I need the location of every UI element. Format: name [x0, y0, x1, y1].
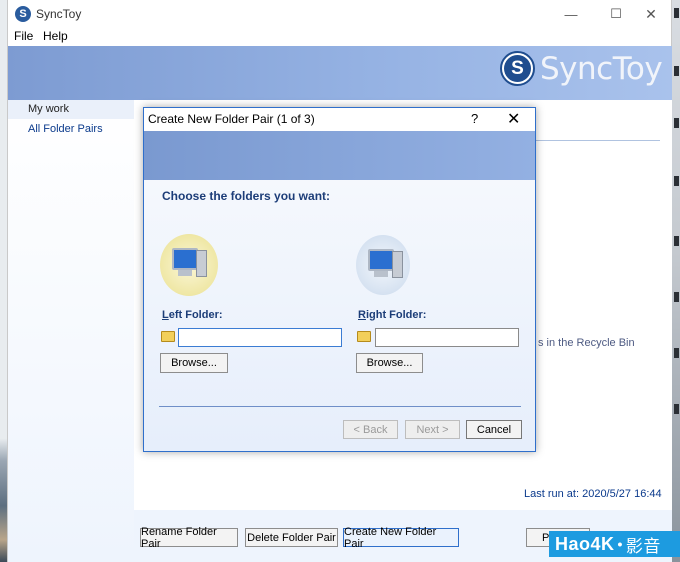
right-browse-button[interactable]: Browse... [356, 353, 423, 373]
right-folder-label: Right Folder: [358, 309, 426, 321]
create-folder-pair-dialog: Create New Folder Pair (1 of 3) ? ✕ Choo… [143, 107, 536, 452]
hao4k-watermark: Hao4K • 影音 [549, 531, 680, 557]
window-title: SyncToy [36, 7, 82, 21]
help-icon[interactable]: ? [471, 111, 478, 126]
synctoy-logo-text: SyncToy [540, 51, 663, 87]
right-folder-label-rest: ight Folder: [365, 309, 427, 321]
last-run-text: Last run at: 2020/5/27 16:44 [524, 488, 662, 500]
dialog-divider [159, 406, 521, 407]
back-button[interactable]: < Back [343, 420, 398, 439]
watermark-cn: 影音 [625, 536, 661, 556]
rename-folder-pair-button[interactable]: Rename Folder Pair [140, 526, 238, 550]
minimize-button[interactable]: — [548, 0, 594, 28]
dialog-close-icon[interactable]: ✕ [507, 109, 520, 129]
desktop-left-edge [0, 0, 7, 562]
synctoy-logo-icon: S [500, 51, 535, 86]
left-browse-button[interactable]: Browse... [160, 353, 228, 373]
left-folder-input[interactable] [178, 328, 342, 347]
monitor-base-shape [374, 271, 388, 277]
desktop-mark [674, 8, 679, 18]
left-folder-accesskey: L [162, 309, 169, 321]
left-folder-label-rest: eft Folder: [168, 309, 223, 321]
right-computer-icon [356, 235, 410, 295]
tower-shape [392, 251, 403, 278]
close-button[interactable]: ✕ [628, 0, 674, 28]
watermark-brand: Hao4K [555, 533, 615, 554]
sidebar: My work All Folder Pairs [8, 100, 134, 562]
right-folder-input[interactable] [375, 328, 519, 347]
desktop-mark [674, 176, 679, 186]
next-button[interactable]: Next > [405, 420, 460, 439]
delete-folder-pair-button[interactable]: Delete Folder Pair [245, 528, 338, 547]
content-divider [526, 140, 660, 141]
folder-icon [161, 331, 175, 342]
menu-bar: File Help [8, 28, 671, 46]
dialog-heading: Choose the folders you want: [162, 189, 331, 203]
sidebar-item-all-folder-pairs[interactable]: All Folder Pairs [8, 120, 134, 139]
recycle-bin-text: s in the Recycle Bin [538, 337, 635, 349]
desktop-right-edge [672, 0, 680, 562]
folder-icon [357, 331, 371, 342]
dialog-body: Choose the folders you want: Left Folder… [144, 180, 535, 451]
synctoy-logo-glyph: S [504, 55, 531, 82]
desktop-mark [674, 118, 679, 128]
desktop-mark [674, 348, 679, 358]
dialog-title-bar[interactable]: Create New Folder Pair (1 of 3) ? ✕ [144, 108, 535, 131]
monitor-shape [172, 248, 198, 270]
cancel-button[interactable]: Cancel [466, 420, 522, 439]
sidebar-item-my-work[interactable]: My work [8, 100, 134, 119]
monitor-base-shape [178, 270, 192, 276]
synctoy-icon: S [15, 6, 31, 22]
title-bar[interactable]: S SyncToy — ☐ ✕ [8, 0, 671, 28]
desktop-mark [674, 66, 679, 76]
desktop-mark [674, 236, 679, 246]
menu-help[interactable]: Help [43, 29, 68, 43]
left-folder-label: Left Folder: [162, 309, 223, 321]
left-computer-icon [160, 234, 218, 296]
watermark-dot: • [617, 536, 623, 552]
desktop-mark [674, 292, 679, 302]
dialog-title: Create New Folder Pair (1 of 3) [148, 112, 315, 126]
monitor-shape [368, 249, 394, 271]
dialog-header-band [144, 131, 535, 180]
right-folder-accesskey: R [358, 309, 366, 321]
create-new-folder-pair-button[interactable]: Create New Folder Pair [343, 526, 459, 550]
tower-shape [196, 250, 207, 277]
menu-file[interactable]: File [14, 29, 33, 43]
desktop-mark [674, 404, 679, 414]
header-banner: S SyncToy [8, 46, 672, 100]
